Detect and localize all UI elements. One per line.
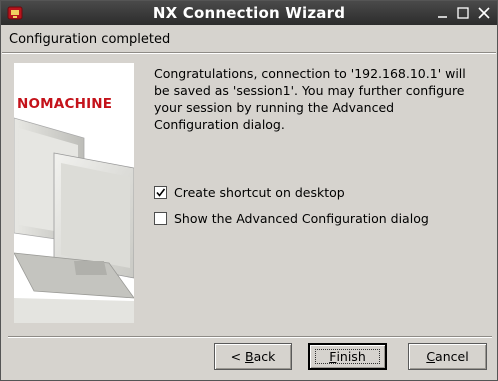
maximize-icon[interactable] [454, 4, 472, 22]
close-icon[interactable] [475, 4, 493, 22]
title-bar[interactable]: NX Connection Wizard [1, 1, 497, 25]
completion-message: Congratulations, connection to '192.168.… [154, 66, 466, 132]
focus-ring [315, 349, 380, 364]
wizard-banner-image: NOMACHINE [14, 63, 134, 323]
create-shortcut-option[interactable]: Create shortcut on desktop [154, 184, 345, 200]
create-shortcut-checkbox[interactable] [154, 185, 167, 199]
create-shortcut-label[interactable]: Create shortcut on desktop [174, 185, 345, 200]
nx-connection-wizard-window: NX Connection Wizard Configuration compl… [0, 0, 498, 381]
finish-button[interactable]: Finish [308, 343, 387, 370]
header-divider [2, 52, 496, 54]
show-advanced-label[interactable]: Show the Advanced Configuration dialog [174, 211, 429, 226]
back-button[interactable]: < Back [214, 343, 292, 370]
footer-divider [8, 336, 492, 338]
back-mnemonic: B [245, 349, 254, 364]
checkmark-icon [156, 188, 166, 197]
wizard-header: Configuration completed [2, 25, 496, 54]
window-title: NX Connection Wizard [152, 4, 346, 22]
show-advanced-checkbox[interactable] [154, 211, 167, 225]
cancel-mnemonic: C [426, 349, 436, 364]
minimize-icon[interactable] [434, 4, 452, 22]
back-label-rest: ack [253, 349, 276, 364]
back-prefix: < [230, 349, 246, 364]
monitors-illustration [14, 117, 134, 323]
page-title: Configuration completed [9, 32, 171, 47]
show-advanced-option[interactable]: Show the Advanced Configuration dialog [154, 210, 429, 226]
cancel-button[interactable]: Cancel [408, 343, 487, 370]
cancel-label-rest: ancel [435, 349, 469, 364]
